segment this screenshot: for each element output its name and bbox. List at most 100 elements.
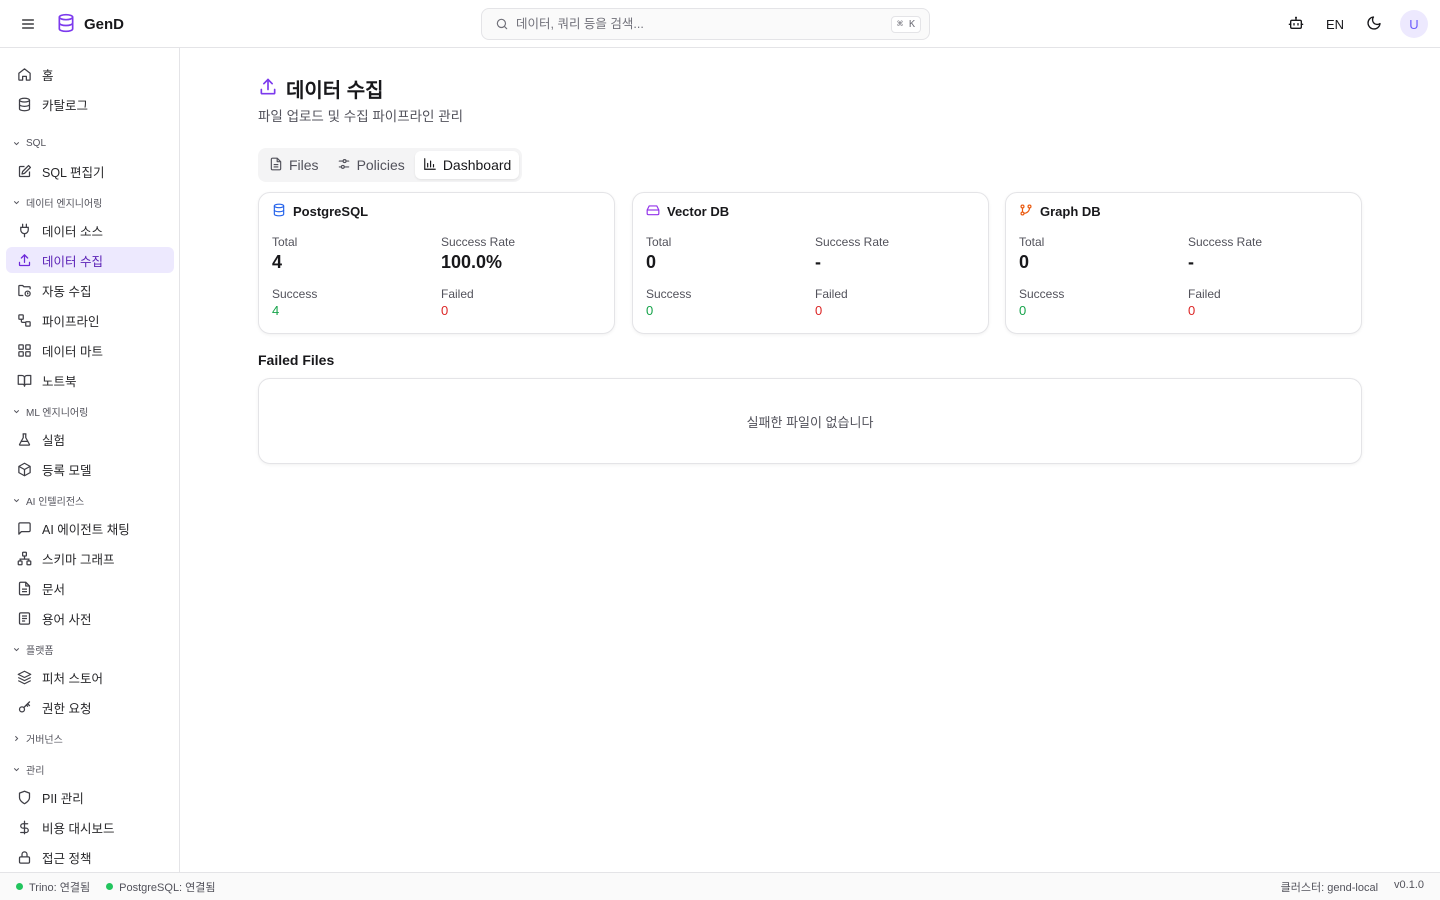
key-icon — [16, 699, 32, 715]
success-label: Success — [646, 287, 692, 301]
folder-sync-icon — [16, 282, 32, 298]
total-value: 4 — [272, 252, 283, 272]
failed-files-title: Failed Files — [258, 352, 335, 368]
page-title: 데이터 수집 — [286, 80, 384, 102]
sidebar-section-data-engineering[interactable]: 데이터 엔지니어링 — [12, 194, 102, 210]
card-title: Graph DB — [1040, 204, 1101, 219]
bar-chart-icon — [423, 157, 437, 174]
shield-icon — [16, 789, 32, 805]
edit-icon — [16, 163, 32, 179]
home-icon — [16, 66, 32, 82]
sidebar-section-ml-engineering[interactable]: ML 엔지니어링 — [12, 403, 88, 419]
ai-bot-button[interactable] — [1280, 8, 1312, 40]
success-value: 0 — [646, 303, 654, 318]
sidebar-item-pii-management[interactable]: PII 관리 — [6, 784, 174, 810]
document-icon — [16, 580, 32, 596]
chevron-right-icon — [12, 731, 21, 746]
empty-state-text: 실패한 파일이 없습니다 — [746, 414, 874, 430]
sidebar-item-notebook[interactable]: 노트북 — [6, 367, 174, 393]
network-icon — [16, 550, 32, 566]
total-value: 0 — [646, 252, 657, 272]
git-branch-icon — [1019, 203, 1033, 220]
menu-icon[interactable] — [16, 12, 40, 36]
upload-icon — [16, 252, 32, 268]
bot-icon — [1288, 15, 1304, 34]
failed-value: 0 — [815, 303, 823, 318]
app-version: v0.1.0 — [1394, 878, 1424, 891]
search-input[interactable] — [516, 17, 891, 31]
book-icon — [16, 372, 32, 388]
success-rate-label: Success Rate — [1188, 235, 1263, 249]
sidebar-item-pipeline[interactable]: 파이프라인 — [6, 307, 174, 333]
flask-icon — [16, 431, 32, 447]
lock-icon — [16, 849, 32, 865]
sidebar-item-feature-store[interactable]: 피처 스토어 — [6, 664, 174, 690]
glossary-icon — [16, 610, 32, 626]
sidebar-item-experiments[interactable]: 실험 — [6, 426, 174, 452]
hard-drive-icon — [646, 203, 660, 220]
sidebar-item-cost-dashboard[interactable]: 비용 대시보드 — [6, 814, 174, 840]
connected-dot-icon — [106, 883, 114, 890]
success-rate-value: - — [815, 252, 821, 272]
success-label: Success — [272, 287, 318, 301]
sidebar-section-sql[interactable]: SQL — [12, 135, 46, 151]
sidebar-item-documents[interactable]: 문서 — [6, 575, 174, 601]
sidebar-item-catalog[interactable]: 카탈로그 — [6, 91, 174, 117]
language-toggle[interactable]: EN — [1320, 8, 1350, 40]
dollar-icon — [16, 819, 32, 835]
total-label: Total — [272, 235, 298, 249]
search-shortcut-badge: ⌘ K — [890, 15, 921, 33]
workflow-icon — [16, 312, 32, 328]
failed-label: Failed — [441, 287, 474, 301]
layers-icon — [16, 669, 32, 685]
failed-value: 0 — [1188, 303, 1196, 318]
app-name: GenD — [84, 15, 125, 33]
failed-label: Failed — [815, 287, 848, 301]
app-logo[interactable]: GenD — [56, 12, 124, 36]
sidebar-item-data-source[interactable]: 데이터 소스 — [6, 217, 174, 243]
sidebar-item-sql-editor[interactable]: SQL 편집기 — [6, 158, 174, 184]
sidebar-item-registered-models[interactable]: 등록 모델 — [6, 456, 174, 482]
success-rate-value: 100.0% — [441, 252, 503, 272]
chevron-down-icon — [12, 762, 21, 777]
status-bar: Trino: 연결됨 PostgreSQL: 연결됨 클러스터: gend-lo… — [0, 872, 1440, 900]
tab-dashboard[interactable]: Dashboard — [414, 151, 520, 179]
user-avatar[interactable]: U — [1400, 10, 1428, 38]
file-icon — [269, 157, 283, 174]
card-title: Vector DB — [667, 204, 730, 219]
sidebar-section-admin[interactable]: 관리 — [12, 761, 44, 777]
stats-card-postgresql: PostgreSQL Total 4 Success Rate 100.0% S… — [258, 192, 615, 334]
database-logo-icon — [56, 13, 76, 36]
total-label: Total — [646, 235, 672, 249]
grid-icon — [16, 342, 32, 358]
success-label: Success — [1019, 287, 1065, 301]
sidebar: 홈 카탈로그 SQL SQL 편집기 데이터 엔지니어링 데이터 소스 데이터 … — [0, 48, 180, 872]
sidebar-item-glossary[interactable]: 용어 사전 — [6, 605, 174, 631]
chevron-down-icon — [12, 195, 21, 210]
tab-files[interactable]: Files — [261, 151, 327, 179]
database-icon — [16, 96, 32, 112]
sidebar-item-home[interactable]: 홈 — [6, 61, 174, 87]
page-subtitle: 파일 업로드 및 수집 파이프라인 관리 — [258, 109, 464, 124]
sidebar-section-governance[interactable]: 거버넌스 — [12, 730, 63, 746]
total-value: 0 — [1019, 252, 1030, 272]
sidebar-item-data-mart[interactable]: 데이터 마트 — [6, 337, 174, 363]
success-value: 0 — [1019, 303, 1027, 318]
theme-toggle-button[interactable] — [1358, 8, 1390, 40]
moon-icon — [1366, 15, 1382, 34]
success-rate-label: Success Rate — [441, 235, 516, 249]
sidebar-item-ai-agent-chat[interactable]: AI 에이전트 채팅 — [6, 515, 174, 541]
chat-icon — [16, 520, 32, 536]
connected-dot-icon — [16, 883, 23, 890]
sidebar-section-platform[interactable]: 플랫폼 — [12, 641, 54, 657]
sidebar-section-ai-intelligence[interactable]: AI 인텔리전스 — [12, 492, 84, 508]
sidebar-item-auto-ingestion[interactable]: 자동 수집 — [6, 277, 174, 303]
tab-policies[interactable]: Policies — [329, 151, 413, 179]
cluster-name: 클러스터: gend-local — [1280, 881, 1379, 894]
sidebar-item-schema-graph[interactable]: 스키마 그래프 — [6, 545, 174, 571]
success-rate-label: Success Rate — [815, 235, 890, 249]
sidebar-item-permission-request[interactable]: 권한 요청 — [6, 694, 174, 720]
global-search[interactable]: ⌘ K — [481, 8, 930, 40]
sidebar-item-access-policy[interactable]: 접근 정책 — [6, 844, 174, 870]
sidebar-item-data-ingestion[interactable]: 데이터 수집 — [6, 247, 174, 273]
